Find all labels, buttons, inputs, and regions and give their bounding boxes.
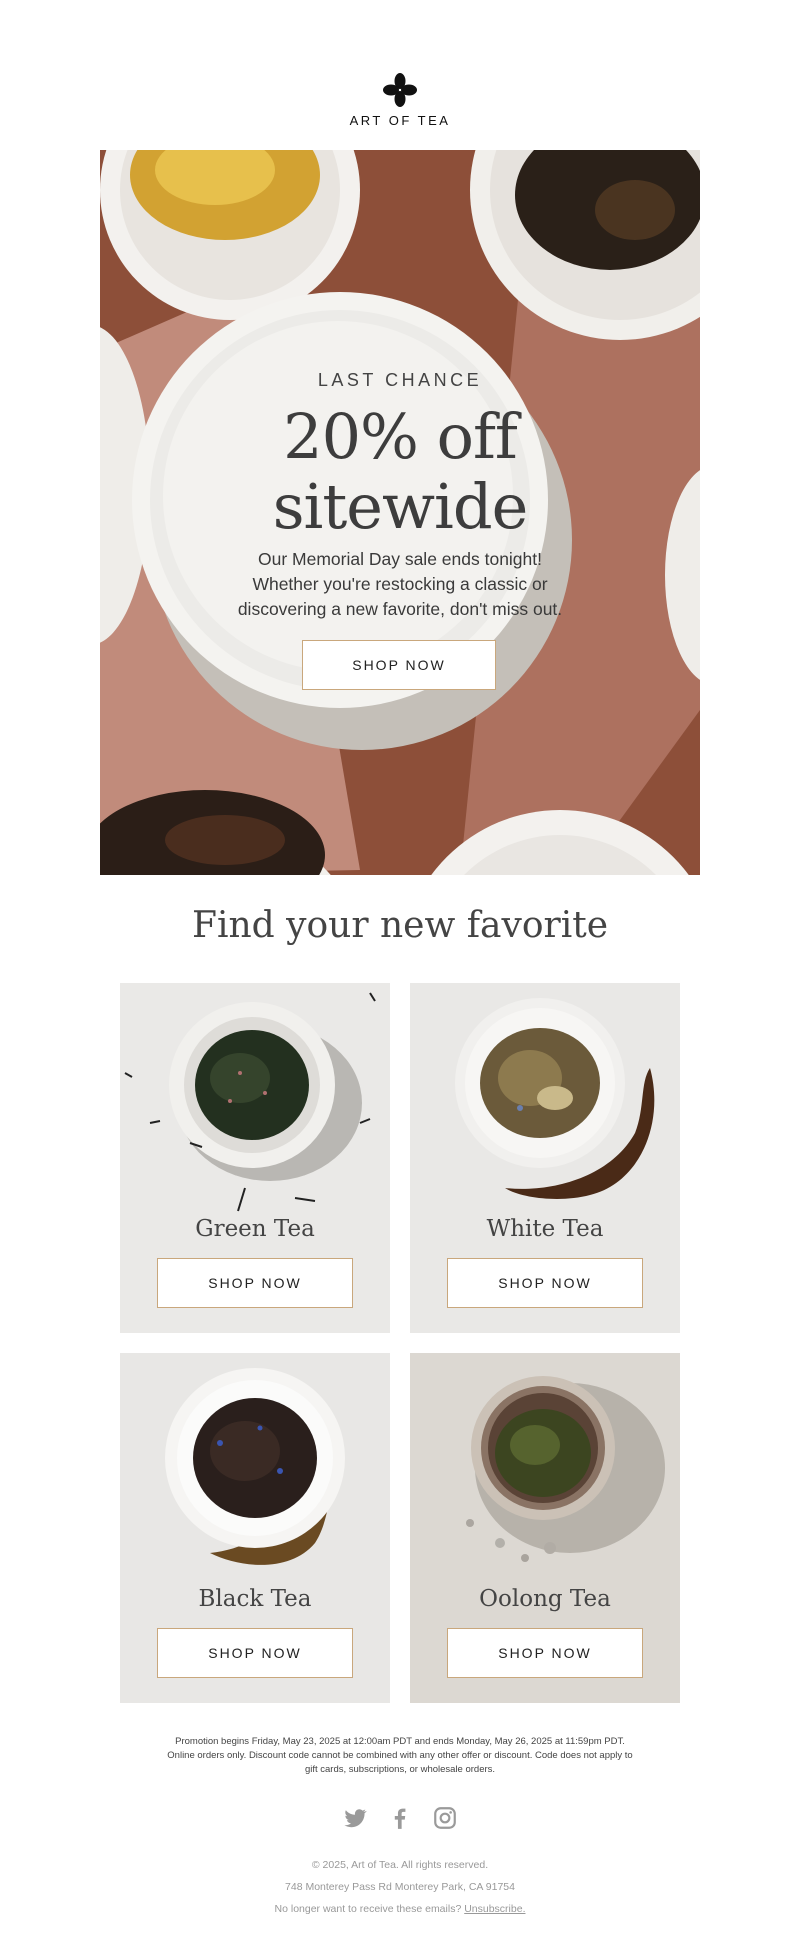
hero-headline-line2: sitewide [272, 470, 529, 543]
hero-banner: LAST CHANCE 20% off sitewide Our Memoria… [100, 150, 700, 875]
product-name: Green Tea [195, 1216, 315, 1242]
address: 748 Monterey Pass Rd Monterey Park, CA 9… [285, 1881, 515, 1893]
promotion-terms: Promotion begins Friday, May 23, 2025 at… [130, 1735, 670, 1777]
product-card-green-tea[interactable]: Green Tea SHOP NOW [120, 983, 390, 1333]
section-title: Find your new favorite [191, 905, 609, 946]
promotion-terms-line3: gift cards, subscriptions, or wholesale … [304, 1764, 496, 1775]
unsubscribe-prompt: No longer want to receive these emails? [274, 1903, 462, 1915]
facebook-icon[interactable] [387, 1805, 413, 1831]
hero-shop-now-button[interactable]: SHOP NOW [302, 640, 496, 690]
product-card-white-tea[interactable]: White Tea SHOP NOW [410, 983, 680, 1333]
green-tea-shop-now-button[interactable]: SHOP NOW [157, 1258, 353, 1308]
brand-name[interactable]: ART OF TEA [0, 113, 800, 128]
four-petal-flower-icon[interactable] [382, 72, 418, 108]
product-card-black-tea[interactable]: Black Tea SHOP NOW [120, 1353, 390, 1703]
product-card-oolong-tea[interactable]: Oolong Tea SHOP NOW [410, 1353, 680, 1703]
hero-headline-line1: 20% off [283, 400, 518, 473]
white-tea-shop-now-button[interactable]: SHOP NOW [447, 1258, 643, 1308]
copyright: © 2025, Art of Tea. All rights reserved. [311, 1859, 489, 1871]
social-links [0, 1805, 800, 1835]
unsubscribe-link[interactable]: Unsubscribe. [464, 1903, 525, 1915]
oolong-tea-shop-now-button[interactable]: SHOP NOW [447, 1628, 643, 1678]
twitter-icon[interactable] [342, 1805, 368, 1831]
promotion-terms-line1: Promotion begins Friday, May 23, 2025 at… [175, 1736, 625, 1747]
product-name: White Tea [486, 1216, 604, 1242]
product-name: Black Tea [198, 1586, 312, 1612]
unsubscribe-line: No longer want to receive these emails? … [0, 1903, 800, 1915]
black-tea-shop-now-button[interactable]: SHOP NOW [157, 1628, 353, 1678]
hero-description-line3: discovering a new favorite, don't miss o… [237, 599, 563, 619]
promotion-terms-line2: Online orders only. Discount code cannot… [167, 1750, 633, 1761]
product-name: Oolong Tea [479, 1586, 611, 1612]
hero-description: Our Memorial Day sale ends tonight! Whet… [100, 547, 700, 622]
hero-headline: 20% off sitewide [100, 402, 700, 542]
instagram-icon[interactable] [432, 1805, 458, 1831]
hero-description-line1: Our Memorial Day sale ends tonight! [257, 549, 543, 569]
hero-eyebrow: LAST CHANCE [317, 370, 483, 390]
hero-description-line2: Whether you're restocking a classic or [252, 574, 548, 594]
